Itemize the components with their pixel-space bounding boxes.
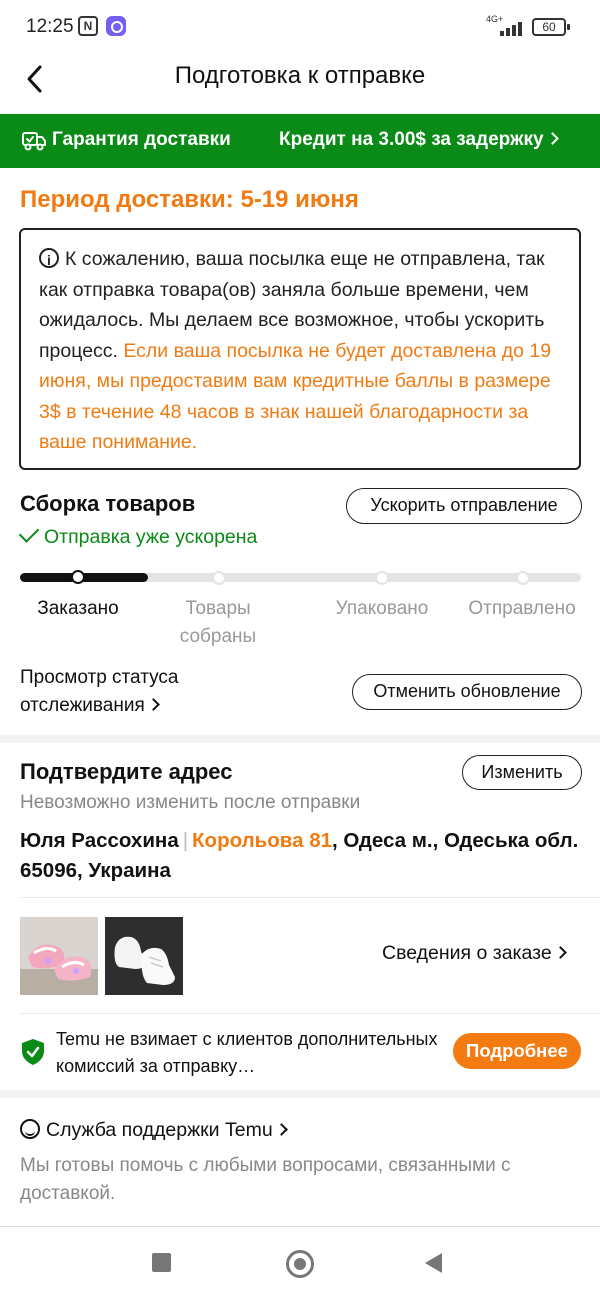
battery-icon: 60 xyxy=(532,18,570,36)
more-details-button[interactable]: Подробнее xyxy=(453,1033,581,1069)
step-collected: Товары собраны xyxy=(179,598,257,647)
delivery-guarantee-banner[interactable]: Гарантия доставки Кредит на 3.00$ за зад… xyxy=(0,114,600,168)
delay-notice: К сожалению, ваша посылка еще не отправл… xyxy=(19,228,581,470)
home-icon[interactable] xyxy=(286,1250,314,1278)
chevron-right-icon xyxy=(553,946,567,959)
white-sneakers-image[interactable] xyxy=(105,917,183,995)
address-note: Невозможно изменить после отправки xyxy=(20,792,361,813)
change-address-button[interactable]: Изменить xyxy=(462,755,582,790)
speed-status: Отправка уже ускорена xyxy=(18,522,257,549)
address-street: Корольова 81 xyxy=(192,829,332,852)
chevron-right-icon xyxy=(274,1123,288,1136)
step-packed: Упаковано xyxy=(335,598,429,619)
order-details-link[interactable]: Сведения о заказе xyxy=(382,942,567,965)
delivery-period: Период доставки: 5-19 июня xyxy=(20,186,359,213)
step-dot-ordered xyxy=(71,570,85,584)
chevron-right-icon xyxy=(146,698,160,711)
support-text: Мы готовы помочь с любыми вопросами, свя… xyxy=(20,1155,511,1204)
support-link[interactable]: Служба поддержки Temu xyxy=(20,1116,288,1142)
collection-title: Сборка товаров xyxy=(20,491,196,516)
shield-check-icon xyxy=(22,1039,44,1065)
checkmark-icon xyxy=(18,522,40,543)
speed-up-button[interactable]: Ускорить отправление xyxy=(346,488,582,524)
step-shipped: Отправлено xyxy=(468,598,576,619)
delivery-truck-icon xyxy=(22,132,46,151)
page-title: Подготовка к отправке xyxy=(174,62,426,89)
nfc-icon: N xyxy=(78,16,98,36)
signal-icon: 4G+ xyxy=(486,14,526,36)
divider-line xyxy=(20,1013,600,1014)
recipient-name: Юля Рассохина xyxy=(20,829,179,852)
guarantee-label: Гарантия доставки xyxy=(52,129,231,150)
cancel-update-button[interactable]: Отменить обновление xyxy=(352,674,582,710)
recent-apps-icon[interactable] xyxy=(152,1253,171,1272)
divider-line xyxy=(20,897,600,898)
pink-sandals-image[interactable] xyxy=(20,917,98,995)
tracking-status-link[interactable]: Просмотр статуса отслеживания xyxy=(20,664,220,720)
viber-icon xyxy=(106,16,126,36)
address-text: Юля Рассохина | Корольова 81, Одеса м., Од… xyxy=(20,826,580,886)
step-dot-collected xyxy=(212,571,226,585)
step-ordered: Заказано xyxy=(37,598,119,619)
fee-info-text: Temu не взимает с клиентов дополнительны… xyxy=(56,1029,438,1076)
info-icon xyxy=(39,245,59,276)
step-dot-packed xyxy=(375,571,389,585)
support-chat-icon xyxy=(20,1119,40,1139)
address-title: Подтвердите адрес xyxy=(20,759,233,784)
network-type: 4G+ xyxy=(486,14,504,24)
chevron-right-icon xyxy=(545,132,559,145)
credit-label: Кредит на 3.00$ за задержку xyxy=(279,129,559,151)
back-nav-icon[interactable] xyxy=(425,1253,442,1273)
status-bar: 12:25 N 4G+ 60 xyxy=(0,0,600,56)
section-divider xyxy=(0,1090,600,1098)
separator: | xyxy=(182,829,189,852)
step-dot-shipped xyxy=(516,571,530,585)
section-divider xyxy=(0,735,600,743)
status-time: 12:25 xyxy=(26,16,74,37)
